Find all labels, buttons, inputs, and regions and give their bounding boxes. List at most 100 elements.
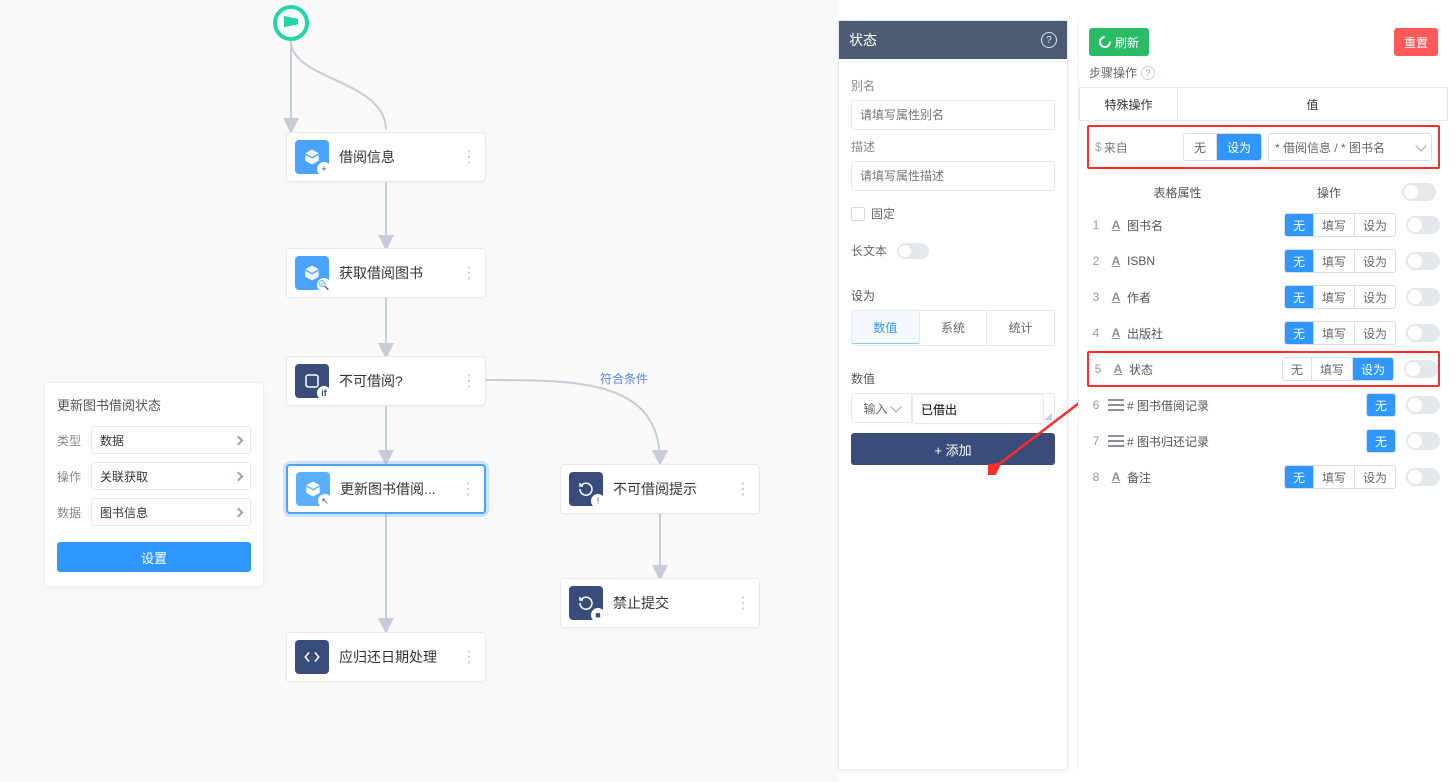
data-select[interactable]: 图书信息	[91, 498, 251, 526]
btn-none[interactable]: 无	[1285, 322, 1313, 344]
panel-title: 状态	[849, 30, 877, 50]
btn-none[interactable]: 无	[1285, 466, 1313, 488]
row-toggle[interactable]	[1406, 324, 1440, 342]
btn-none[interactable]: 无	[1285, 250, 1313, 272]
th-op: 操作	[1264, 184, 1394, 201]
node-settings-card: 更新图书借阅状态 类型 数据 操作 关联获取 数据 图书信息	[44, 382, 264, 587]
value-mode-select[interactable]: 输入	[852, 394, 912, 422]
btn-setas[interactable]: 设为	[1354, 214, 1395, 236]
btn-none[interactable]: 无	[1367, 394, 1395, 416]
btn-setas[interactable]: 设为	[1216, 134, 1261, 160]
table-row: 3 A 作者 无 填写 设为	[1087, 279, 1440, 315]
node-menu-icon[interactable]: ⋮	[459, 263, 479, 283]
op-label: 操作	[57, 468, 91, 485]
btn-none[interactable]: 无	[1367, 430, 1395, 452]
seg-stat[interactable]: 统计	[986, 311, 1054, 345]
btn-setas[interactable]: 设为	[1354, 466, 1395, 488]
from-select[interactable]: * 借阅信息 / * 图书名	[1268, 133, 1432, 161]
cube-icon: ↖	[296, 472, 330, 506]
node-update-status[interactable]: ↖ 更新图书借阅... ⋮	[286, 464, 486, 514]
node-warn[interactable]: ! 不可借阅提示 ⋮	[560, 464, 760, 514]
row-toggle[interactable]	[1406, 216, 1440, 234]
setas-segment: 数值 系统 统计	[851, 310, 1055, 346]
longtext-toggle[interactable]	[897, 243, 929, 259]
node-menu-icon[interactable]: ⋮	[459, 647, 479, 667]
node-get-book[interactable]: 🔍 获取借阅图书 ⋮	[286, 248, 486, 298]
master-toggle[interactable]	[1402, 183, 1436, 201]
btn-fill[interactable]: 填写	[1311, 358, 1352, 380]
btn-fill[interactable]: 填写	[1313, 250, 1354, 272]
btn-none[interactable]: 无	[1285, 286, 1313, 308]
row-name: 备注	[1127, 469, 1284, 486]
cycle-icon: ■	[569, 586, 603, 620]
row-toggle[interactable]	[1406, 252, 1440, 270]
node-menu-icon[interactable]: ⋮	[733, 593, 753, 613]
node-borrow-info[interactable]: + 借阅信息 ⋮	[286, 132, 486, 182]
help-icon[interactable]: ?	[1041, 32, 1057, 48]
node-title: 获取借阅图书	[339, 263, 459, 283]
btn-none[interactable]: 无	[1184, 134, 1216, 160]
alias-input[interactable]	[851, 100, 1055, 130]
refresh-icon	[1097, 34, 1114, 51]
table-row: 1 A 图书名 无 填写 设为	[1087, 207, 1440, 243]
start-node[interactable]	[273, 5, 309, 41]
btn-none[interactable]: 无	[1285, 214, 1313, 236]
chevron-right-icon	[235, 505, 242, 519]
cube-icon: +	[295, 140, 329, 174]
text-field-icon: A	[1112, 290, 1121, 304]
row-toggle[interactable]	[1406, 432, 1440, 450]
op-select[interactable]: 关联获取	[91, 462, 251, 490]
alert-badge-icon: !	[591, 494, 605, 508]
add-button[interactable]: + 添加	[851, 433, 1055, 465]
flag-icon	[284, 16, 298, 30]
desc-input[interactable]	[851, 161, 1055, 191]
fixed-checkbox[interactable]: 固定	[851, 205, 1055, 222]
row-toggle[interactable]	[1406, 468, 1440, 486]
help-icon[interactable]: ?	[1141, 66, 1155, 80]
btn-fill[interactable]: 填写	[1313, 214, 1354, 236]
table-row: 7 # 图书归还记录 无	[1087, 423, 1440, 459]
data-label: 数据	[57, 504, 91, 521]
btn-setas[interactable]: 设为	[1352, 358, 1393, 380]
table-row: 6 # 图书借阅记录 无	[1087, 387, 1440, 423]
row-toggle[interactable]	[1406, 288, 1440, 306]
node-menu-icon[interactable]: ⋮	[459, 371, 479, 391]
type-select[interactable]: 数据	[91, 426, 251, 454]
seg-numeric[interactable]: 数值	[851, 310, 920, 344]
from-row-highlight: $ 来自 无 设为 * 借阅信息 / * 图书名	[1087, 125, 1440, 169]
node-menu-icon[interactable]: ⋮	[458, 479, 478, 499]
node-menu-icon[interactable]: ⋮	[733, 479, 753, 499]
btn-fill[interactable]: 填写	[1313, 466, 1354, 488]
btn-none[interactable]: 无	[1283, 358, 1311, 380]
row-number: 1	[1087, 218, 1105, 232]
reset-button[interactable]: 重置	[1394, 28, 1438, 56]
settings-button[interactable]: 设置	[57, 542, 251, 572]
header-row: 特殊操作 值	[1079, 87, 1448, 121]
node-due-date[interactable]: 应归还日期处理 ⋮	[286, 632, 486, 682]
row-toggle[interactable]	[1406, 396, 1440, 414]
chevron-down-icon	[890, 401, 901, 412]
btn-setas[interactable]: 设为	[1354, 250, 1395, 272]
row-number: 8	[1087, 470, 1105, 484]
row-toggle[interactable]	[1404, 360, 1438, 378]
table-row: 2 A ISBN 无 填写 设为	[1087, 243, 1440, 279]
node-forbid-submit[interactable]: ■ 禁止提交 ⋮	[560, 578, 760, 628]
refresh-button[interactable]: 刷新	[1089, 28, 1149, 56]
btn-setas[interactable]: 设为	[1354, 286, 1395, 308]
node-if-borrowable[interactable]: if 不可借阅? ⋮	[286, 356, 486, 406]
row-name: 图书名	[1127, 217, 1284, 234]
arrow-badge-icon: ↖	[318, 494, 332, 508]
workflow-canvas[interactable]: + 借阅信息 ⋮ 🔍 获取借阅图书 ⋮ if 不可借阅? ⋮ 符合条件	[0, 0, 838, 782]
btn-fill[interactable]: 填写	[1313, 322, 1354, 344]
btn-setas[interactable]: 设为	[1354, 322, 1395, 344]
card-title: 更新图书借阅状态	[57, 395, 251, 414]
row-number: 7	[1087, 434, 1105, 448]
relation-icon	[1108, 435, 1124, 447]
cycle-icon: !	[569, 472, 603, 506]
property-panel: 状态 ? 别名 描述 固定 长文本 设为 数值 系统 统计	[838, 20, 1068, 770]
btn-fill[interactable]: 填写	[1313, 286, 1354, 308]
value-input[interactable]	[912, 394, 1044, 424]
seg-system[interactable]: 系统	[919, 311, 987, 345]
node-menu-icon[interactable]: ⋮	[459, 147, 479, 167]
chevron-right-icon	[235, 469, 242, 483]
